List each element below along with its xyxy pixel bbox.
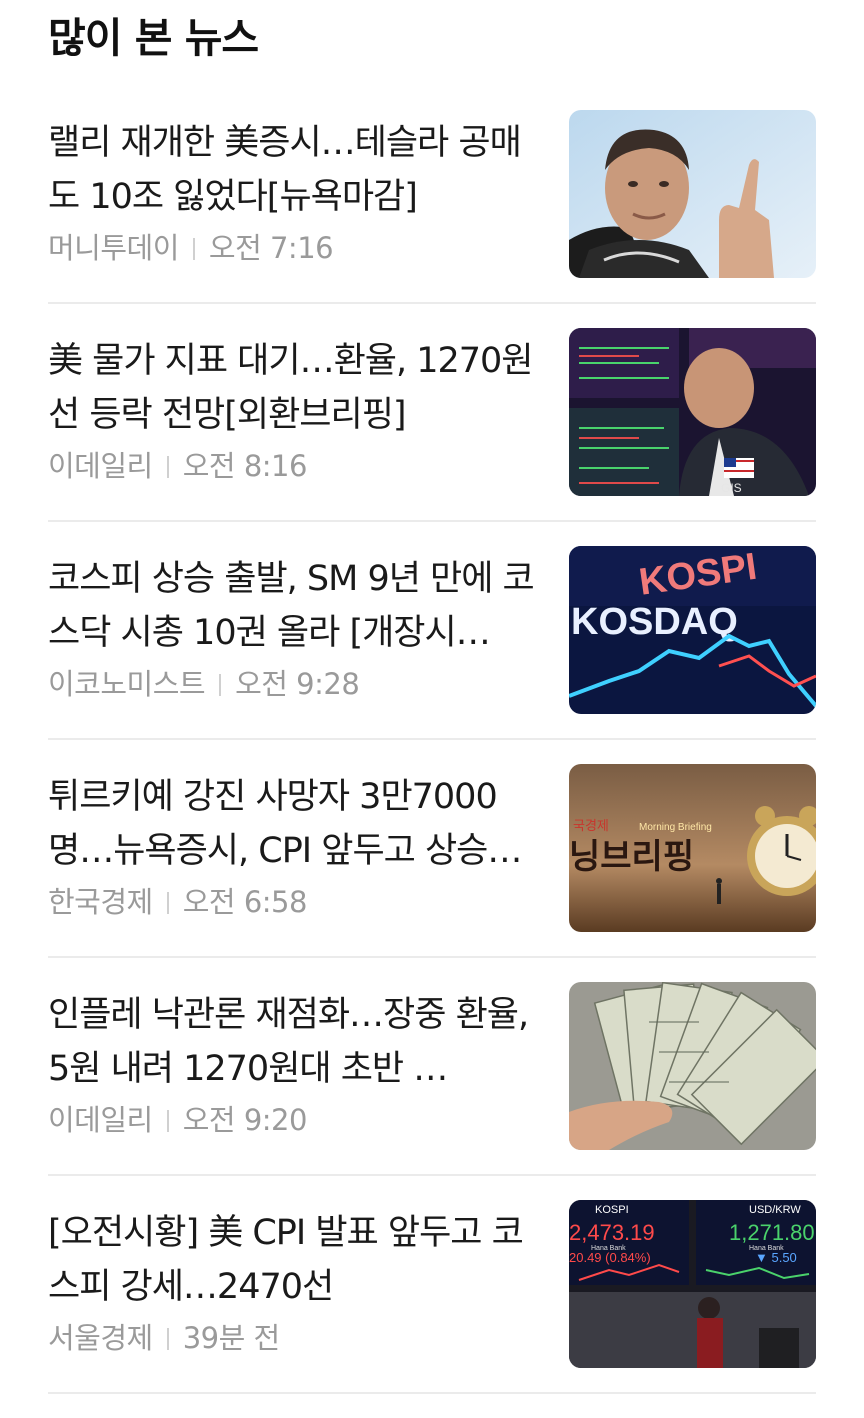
news-item[interactable]: [오전시황] 美 CPI 발표 앞두고 코스피 강세…2470선 서울경제 39분… [48,1200,816,1418]
news-headline[interactable]: [오전시황] 美 CPI 발표 앞두고 코스피 강세…2470선 [48,1206,538,1314]
news-item[interactable]: 인플레 낙관론 재점화…장중 환율, 5원 내려 1270원대 초반 … 이데일… [48,982,816,1200]
news-meta: 한국경제 오전 6:58 [48,882,307,922]
trader-screens-image: GIS [569,328,816,496]
meta-separator [166,1328,169,1350]
section-title: 많이 본 뉴스 [48,14,259,62]
news-time: 오전 9:20 [182,1103,308,1137]
news-meta: 이코노미스트 오전 9:28 [48,664,360,704]
news-headline[interactable]: 코스피 상승 출발, SM 9년 만에 코스닥 시총 10권 올라 [개장시… [48,552,538,660]
news-thumbnail[interactable] [569,982,816,1150]
news-time: 39분 전 [182,1321,280,1355]
board-left-change: 20.49 (0.84%) [569,1250,651,1265]
news-time: 오전 6:58 [182,885,308,919]
news-time: 오전 9:28 [235,667,360,701]
briefing-english: Morning Briefing [639,822,712,833]
news-meta: 서울경제 39분 전 [48,1318,280,1358]
news-headline[interactable]: 美 물가 지표 대기…환율, 1270원선 등락 전망[외환브리핑] [48,334,538,442]
board-left-label: KOSPI [595,1204,629,1216]
divider [48,956,816,958]
meta-separator [219,674,222,696]
board-right-label: USD/KRW [749,1204,801,1216]
meta-separator [166,892,169,914]
news-source: 이데일리 [48,449,153,483]
news-headline[interactable]: 랠리 재개한 美증시…테슬라 공매도 10조 잃었다[뉴욕마감] [48,116,538,224]
news-source: 머니투데이 [48,231,179,265]
news-item[interactable]: 코스피 상승 출발, SM 9년 만에 코스닥 시총 10권 올라 [개장시… … [48,546,816,764]
news-item[interactable]: 튀르키예 강진 사망자 3만7000명…뉴욕증시, CPI 앞두고 상승… 한국… [48,764,816,982]
board-right-change: ▼ 5.50 [755,1250,797,1265]
news-source: 서울경제 [48,1321,153,1355]
news-thumbnail[interactable] [569,110,816,278]
board-left-value: 2,473.19 [569,1220,655,1245]
dealing-room-image: KOSPI 2,473.19 Hana Bank 20.49 (0.84%) U… [569,1200,816,1368]
news-screen: 많이 본 뉴스 랠리 재개한 美증시…테슬라 공매도 10조 잃었다[뉴욕마감]… [0,0,864,1414]
news-source: 이코노미스트 [48,667,206,701]
news-meta: 이데일리 오전 9:20 [48,1100,307,1140]
news-thumbnail[interactable]: KOSPI 2,473.19 Hana Bank 20.49 (0.84%) U… [569,1200,816,1368]
news-thumbnail[interactable]: GIS [569,328,816,496]
news-headline[interactable]: 인플레 낙관론 재점화…장중 환율, 5원 내려 1270원대 초반 … [48,988,538,1096]
divider [48,738,816,740]
briefing-title: 닝브리핑 [569,837,694,877]
divider [48,1392,816,1394]
kosdaq-label: KOSDAQ [571,601,738,643]
news-item[interactable]: 美 물가 지표 대기…환율, 1270원선 등락 전망[외환브리핑] 이데일리 오… [48,328,816,546]
board-right-value: 1,271.80 [729,1220,815,1245]
news-headline[interactable]: 튀르키예 강진 사망자 3만7000명…뉴욕증시, CPI 앞두고 상승… [48,770,538,878]
divider [48,302,816,304]
man-pointing-image [569,110,816,278]
divider [48,1174,816,1176]
news-item[interactable]: 랠리 재개한 美증시…테슬라 공매도 10조 잃었다[뉴욕마감] 머니투데이 오전… [48,110,816,328]
meta-separator [192,238,195,260]
meta-separator [166,1110,169,1132]
gis-label: GIS [721,481,742,495]
news-thumbnail[interactable]: KOSPI KOSDAQ [569,546,816,714]
news-source: 이데일리 [48,1103,153,1137]
news-meta: 이데일리 오전 8:16 [48,446,307,486]
news-time: 오전 7:16 [208,231,334,265]
news-list: 랠리 재개한 美증시…테슬라 공매도 10조 잃었다[뉴욕마감] 머니투데이오전… [48,110,816,1418]
dollar-bills-image [569,982,816,1150]
kospi-kosdaq-board-image: KOSPI KOSDAQ [569,546,816,714]
news-thumbnail[interactable]: 국경제 Morning Briefing 닝브리핑 [569,764,816,932]
briefing-korean-top: 국경제 [573,819,609,834]
news-source: 한국경제 [48,885,153,919]
divider [48,520,816,522]
meta-separator [166,456,169,478]
news-meta: 머니투데이 오전 7:16 [48,228,334,268]
morning-briefing-image: 국경제 Morning Briefing 닝브리핑 [569,764,816,932]
news-time: 오전 8:16 [182,449,308,483]
